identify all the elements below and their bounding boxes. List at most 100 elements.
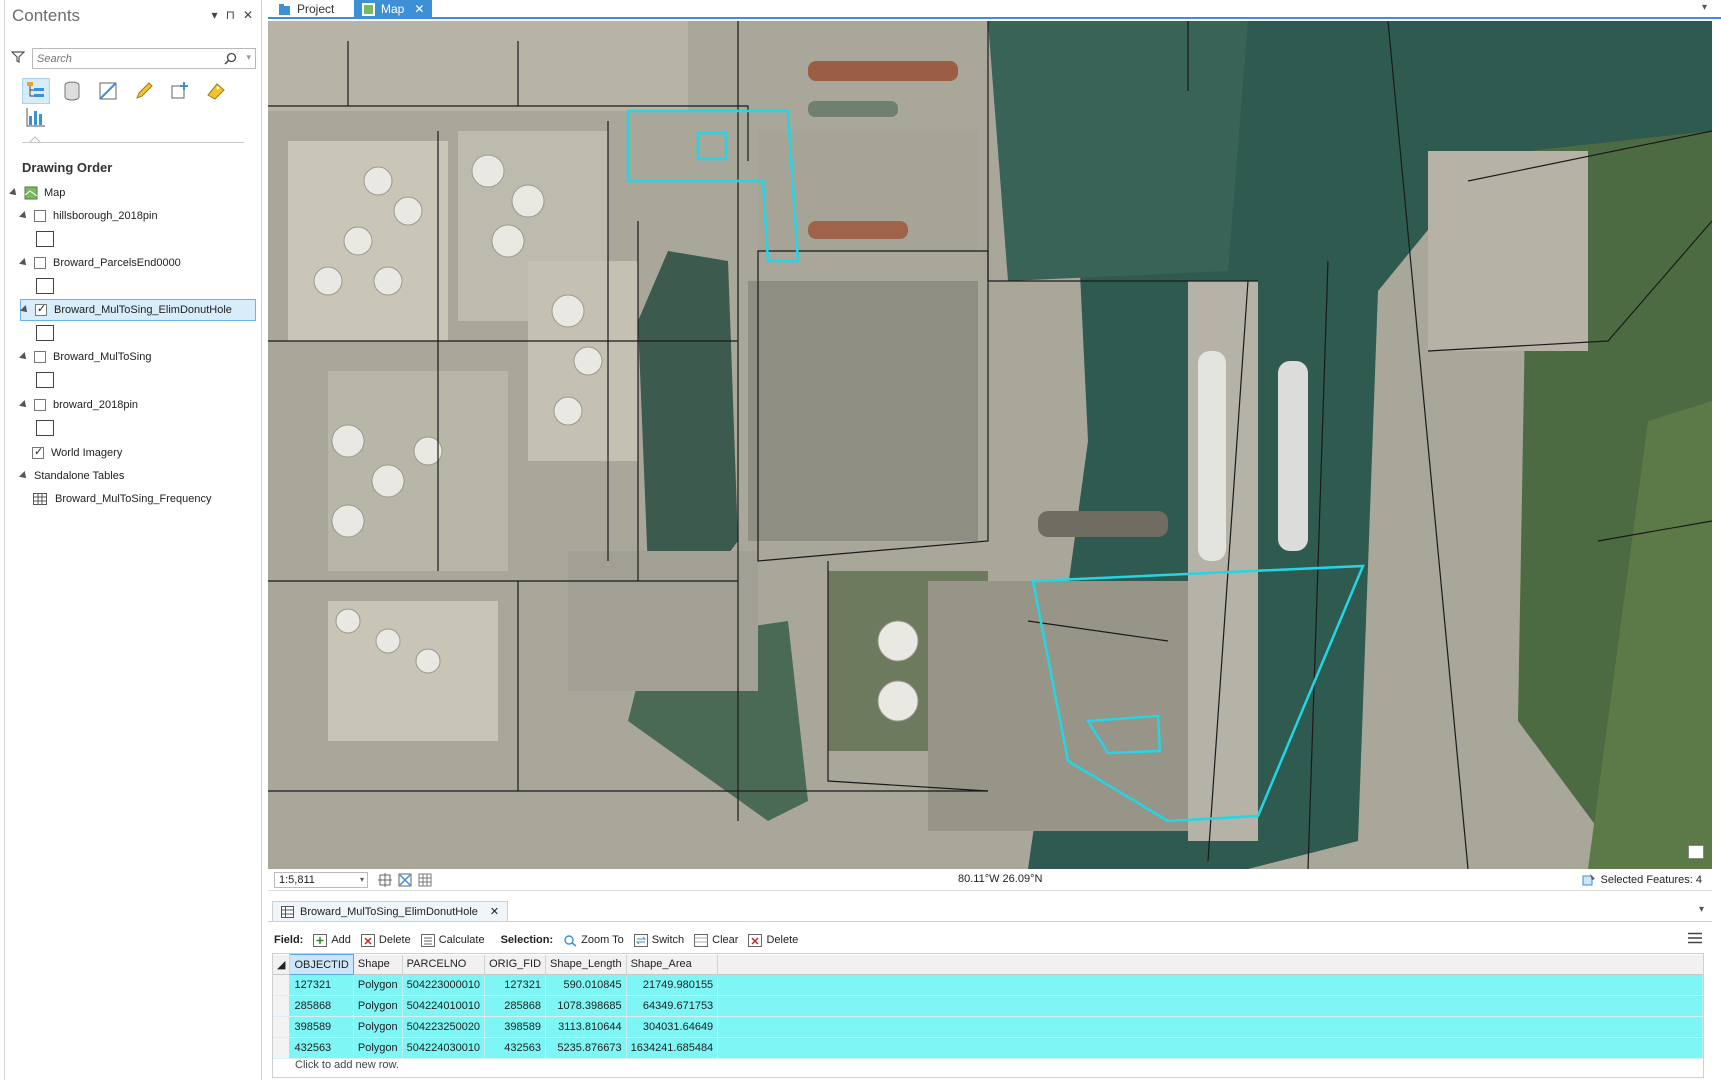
layer-visibility-checkbox[interactable]	[34, 257, 46, 269]
cell-orig-fid[interactable]: 432563	[484, 1037, 547, 1059]
cell-objectid[interactable]: 432563	[289, 1037, 354, 1059]
table-row[interactable]: 285868 Polygon 504224010010 285868 1078.…	[273, 995, 1703, 1017]
tab-project[interactable]: Project	[270, 0, 342, 18]
cell-parcelno[interactable]: 504223000010	[402, 974, 486, 996]
table-row[interactable]: 127321 Polygon 504223000010 127321 590.0…	[273, 974, 1703, 996]
layer-broward-2018pin[interactable]: broward_2018pin	[19, 394, 138, 416]
layer-visibility-checkbox[interactable]	[34, 399, 46, 411]
grid-icon[interactable]	[418, 873, 432, 887]
row-header[interactable]	[273, 995, 291, 1017]
close-tab-icon[interactable]: ✕	[490, 905, 499, 918]
close-icon[interactable]: ✕	[243, 8, 253, 22]
column-header-shape[interactable]: Shape	[353, 954, 403, 975]
list-by-source-button[interactable]	[58, 78, 86, 104]
filter-icon[interactable]	[11, 50, 25, 64]
map-view[interactable]	[268, 21, 1712, 869]
layer-symbol-swatch[interactable]	[36, 325, 54, 341]
search-icon[interactable]	[224, 52, 237, 65]
zoom-to-button[interactable]: Zoom To	[563, 934, 624, 947]
select-all-corner[interactable]: ◢	[273, 954, 291, 975]
layer-broward-multosing[interactable]: Broward_MulToSing	[19, 346, 151, 368]
list-by-labeling-button[interactable]	[202, 78, 230, 104]
list-by-selection-button[interactable]	[94, 78, 122, 104]
layer-visibility-checkbox[interactable]	[32, 445, 44, 459]
tree-item-map[interactable]: Map	[9, 182, 65, 204]
add-field-button[interactable]: Add	[313, 933, 351, 947]
expand-triangle-icon[interactable]	[19, 400, 29, 410]
switch-selection-button[interactable]: Switch	[633, 933, 684, 947]
table-frequency[interactable]: Broward_MulToSing_Frequency	[33, 488, 212, 510]
cell-orig-fid[interactable]: 398589	[484, 1016, 547, 1038]
menu-icon[interactable]	[1688, 932, 1702, 944]
attribute-table-tab[interactable]: Broward_MulToSing_ElimDonutHole ✕	[272, 901, 509, 921]
row-header[interactable]	[273, 1037, 291, 1059]
list-by-charts-button[interactable]	[22, 104, 50, 130]
cell-objectid[interactable]: 285868	[289, 995, 354, 1017]
column-header-objectid[interactable]: OBJECTID	[289, 954, 354, 975]
layer-symbol-swatch[interactable]	[36, 278, 54, 294]
layer-visibility-checkbox[interactable]	[34, 351, 46, 363]
cell-shape[interactable]: Polygon	[353, 974, 403, 996]
cell-shape-length[interactable]: 3113.810644	[545, 1016, 627, 1038]
column-header-shape-length[interactable]: Shape_Length	[545, 954, 627, 975]
cell-shape[interactable]: Polygon	[353, 995, 403, 1017]
table-row[interactable]: 432563 Polygon 504224030010 432563 5235.…	[273, 1037, 1703, 1059]
search-input[interactable]	[33, 49, 213, 68]
cell-shape-area[interactable]: 21749.980155	[626, 974, 719, 996]
chevron-down-icon[interactable]: ▾	[360, 873, 364, 887]
layer-broward-parcels[interactable]: Broward_ParcelsEnd0000	[19, 252, 181, 274]
cell-objectid[interactable]: 398589	[289, 1016, 354, 1038]
delete-selected-button[interactable]: Delete	[748, 933, 798, 947]
cell-shape[interactable]: Polygon	[353, 1016, 403, 1038]
cell-objectid[interactable]: 127321	[289, 974, 354, 996]
cell-shape-area[interactable]: 304031.64649	[626, 1016, 719, 1038]
scale-selector[interactable]: 1:5,811 ▾	[274, 872, 368, 888]
layer-world-imagery[interactable]: World Imagery	[32, 442, 122, 464]
expand-triangle-icon[interactable]	[19, 352, 29, 362]
layer-symbol-swatch[interactable]	[36, 231, 54, 247]
add-new-row[interactable]: Click to add new row.	[295, 1059, 399, 1071]
layer-broward-elimdonuthole[interactable]: Broward_MulToSing_ElimDonutHole	[20, 299, 256, 321]
standalone-tables-group[interactable]: Standalone Tables	[19, 465, 124, 487]
tabs-dropdown-icon[interactable]: ▾	[1702, 2, 1707, 13]
layer-visibility-checkbox[interactable]	[34, 210, 46, 222]
calculate-field-button[interactable]: Calculate	[420, 933, 485, 947]
layer-visibility-checkbox[interactable]	[35, 302, 47, 316]
column-header-parcelno[interactable]: PARCELNO	[402, 954, 486, 975]
search-dropdown-icon[interactable]: ▾	[246, 52, 251, 63]
expand-triangle-icon[interactable]	[19, 258, 29, 268]
pane-dropdown-icon[interactable]: ▾	[1699, 904, 1704, 915]
cell-orig-fid[interactable]: 127321	[484, 974, 547, 996]
column-header-orig-fid[interactable]: ORIG_FID	[484, 954, 547, 975]
layer-hillsborough[interactable]: hillsborough_2018pin	[19, 205, 158, 227]
pane-menu-icon[interactable]: ▾	[212, 8, 218, 22]
tab-map[interactable]: Map ✕	[354, 0, 433, 18]
row-header[interactable]	[273, 1016, 291, 1038]
cell-shape-length[interactable]: 590.010845	[545, 974, 627, 996]
search-box[interactable]: ▾	[32, 48, 256, 69]
expand-triangle-icon[interactable]	[9, 188, 19, 198]
cell-shape-area[interactable]: 64349.671753	[626, 995, 719, 1017]
cell-shape-area[interactable]: 1634241.685484	[626, 1037, 719, 1059]
expand-triangle-icon[interactable]	[19, 211, 29, 221]
navigation-icon[interactable]	[398, 873, 412, 887]
pin-icon[interactable]: ⊓	[226, 8, 235, 22]
cell-parcelno[interactable]: 504224010010	[402, 995, 486, 1017]
map-canvas[interactable]	[268, 21, 1712, 869]
list-by-editing-button[interactable]	[130, 78, 158, 104]
expand-triangle-icon[interactable]	[19, 471, 29, 481]
cell-orig-fid[interactable]: 285868	[484, 995, 547, 1017]
layer-symbol-swatch[interactable]	[36, 372, 54, 388]
cell-shape[interactable]: Polygon	[353, 1037, 403, 1059]
expand-triangle-icon[interactable]	[20, 305, 30, 315]
fixed-zoom-icon[interactable]	[378, 873, 392, 887]
column-header-shape-area[interactable]: Shape_Area	[626, 954, 719, 975]
layer-symbol-swatch[interactable]	[36, 420, 54, 436]
clear-selection-button[interactable]: Clear	[694, 933, 738, 947]
close-tab-icon[interactable]: ✕	[414, 2, 424, 16]
list-by-drawing-order-button[interactable]	[22, 78, 50, 104]
cell-parcelno[interactable]: 504224030010	[402, 1037, 486, 1059]
cell-shape-length[interactable]: 5235.876673	[545, 1037, 627, 1059]
row-header[interactable]	[273, 974, 291, 996]
cell-parcelno[interactable]: 504223250020	[402, 1016, 486, 1038]
